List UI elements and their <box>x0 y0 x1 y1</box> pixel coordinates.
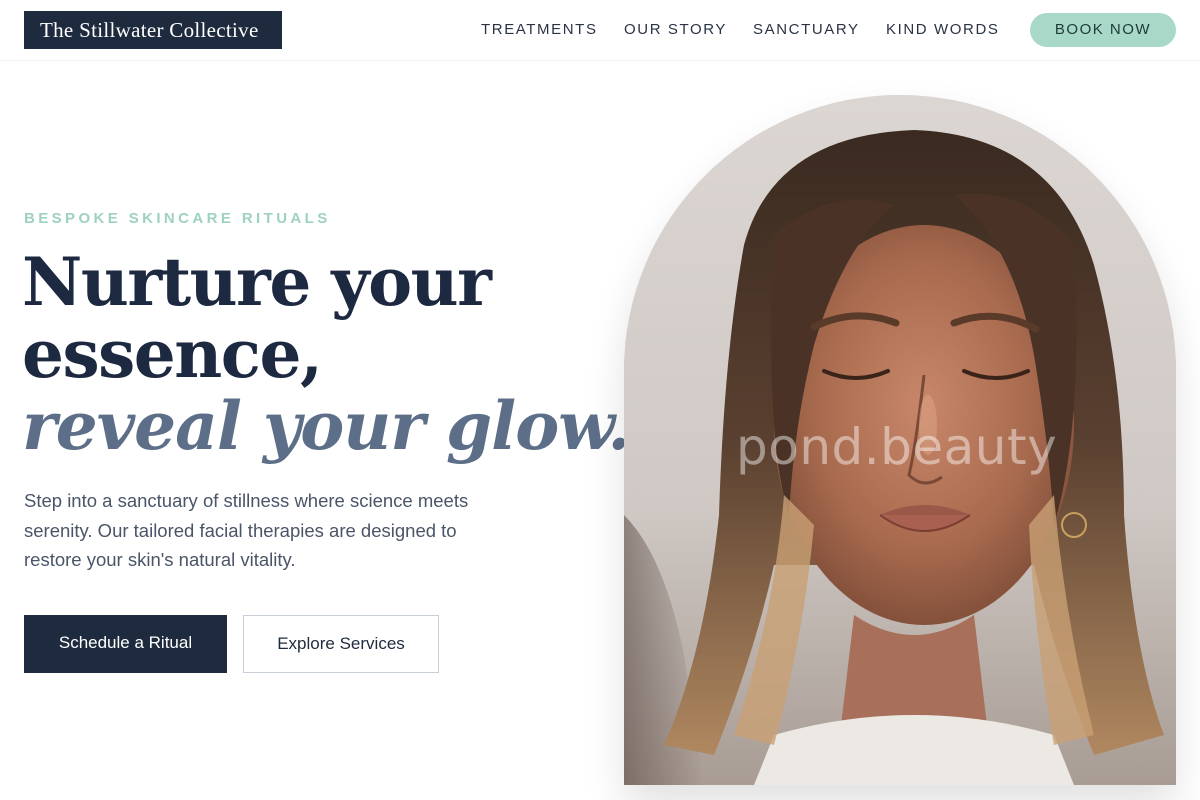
site-header: The Stillwater Collective TREATMENTS OUR… <box>0 0 1200 61</box>
headline-accent: reveal your glow. <box>22 387 630 465</box>
nav-link-sanctuary[interactable]: SANCTUARY <box>753 21 860 38</box>
hero-eyebrow: BESPOKE SKINCARE RITUALS <box>24 210 331 227</box>
schedule-ritual-button[interactable]: Schedule a Ritual <box>24 615 227 673</box>
portrait-illustration <box>624 95 1176 785</box>
explore-services-button[interactable]: Explore Services <box>243 615 439 673</box>
book-now-button[interactable]: BOOK NOW <box>1030 13 1176 47</box>
nav-link-treatments[interactable]: TREATMENTS <box>481 21 598 38</box>
nav-link-kind-words[interactable]: KIND WORDS <box>886 21 1000 38</box>
nav-link-our-story[interactable]: OUR STORY <box>624 21 727 38</box>
hero-headline: Nurture your essence, reveal your glow. <box>22 243 630 465</box>
hero-description: Step into a sanctuary of stillness where… <box>24 490 469 570</box>
main-nav: TREATMENTS OUR STORY SANCTUARY KIND WORD… <box>0 0 1200 61</box>
hero-portrait-image <box>624 95 1176 785</box>
headline-line-2: essence, <box>22 315 323 393</box>
headline-line-1: Nurture your <box>22 243 492 321</box>
